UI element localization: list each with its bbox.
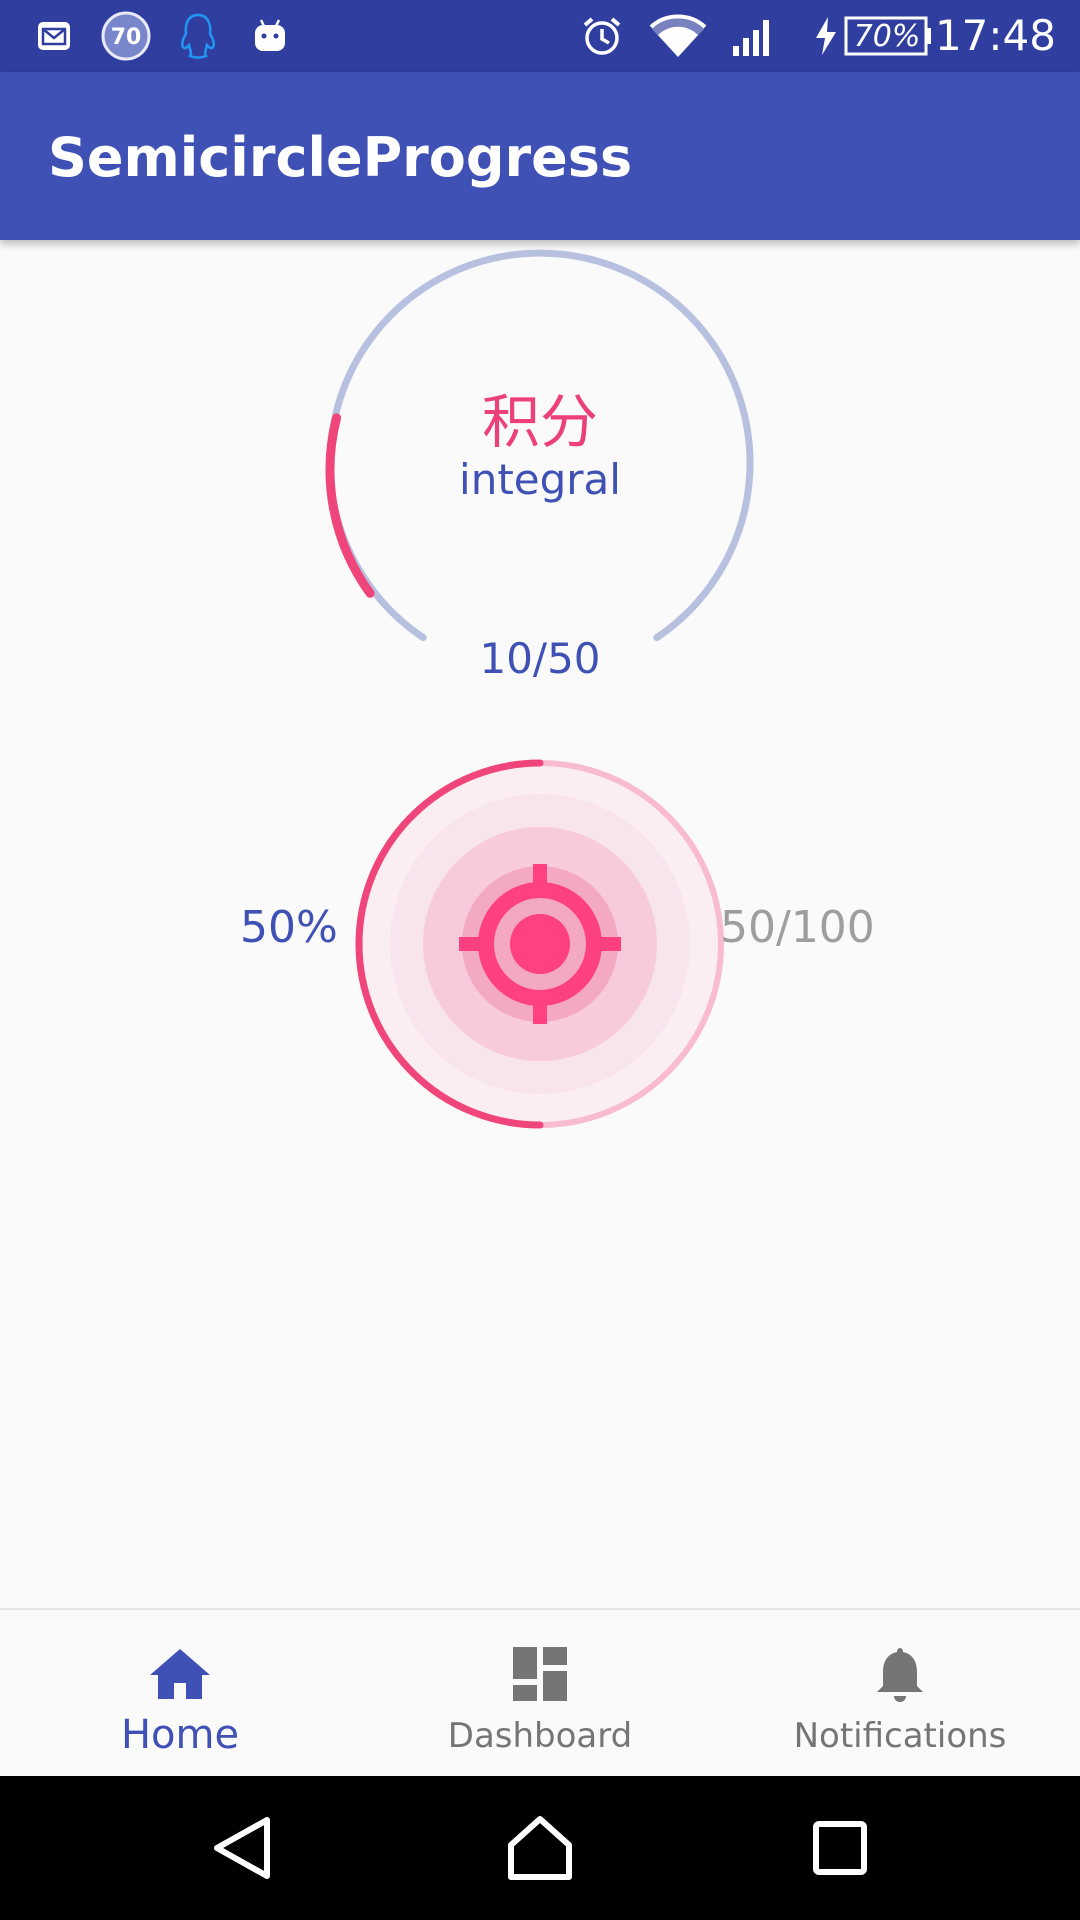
dashboard-icon <box>511 1644 569 1704</box>
semicircle-value-text: 10/50 <box>479 634 601 683</box>
nav-dashboard-label: Dashboard <box>447 1716 633 1756</box>
signal-icon <box>730 12 778 60</box>
battery-icon: 70% <box>844 12 931 60</box>
home-icon <box>148 1644 212 1704</box>
nav-dashboard[interactable]: Dashboard <box>360 1610 720 1776</box>
qq-icon <box>176 12 220 60</box>
android-icon <box>250 12 290 60</box>
status-bar: 70 70% 17:48 <box>0 0 1080 72</box>
battery-percent: 70% <box>853 18 921 54</box>
progress-badge-icon: 70 <box>100 11 152 61</box>
mail-icon <box>34 12 74 60</box>
badge-number: 70 <box>111 25 142 50</box>
nav-notifications[interactable]: Notifications <box>720 1610 1080 1776</box>
app-title: SemicircleProgress <box>48 126 633 189</box>
progress-title-cn: 积分 <box>481 388 598 456</box>
home-circle-icon[interactable] <box>500 1812 580 1884</box>
circle-progress <box>355 759 724 1129</box>
nav-home-label: Home <box>120 1712 240 1758</box>
alarm-icon <box>580 12 624 60</box>
wifi-icon <box>648 12 708 60</box>
progress-subtitle: integral <box>459 455 621 504</box>
back-icon[interactable] <box>202 1812 282 1884</box>
clock: 17:48 <box>934 11 1056 60</box>
system-navigation-bar <box>0 1776 1080 1920</box>
circle-value-text: 50/100 <box>720 902 875 953</box>
bottom-navigation: Home Dashboard Notifications <box>0 1608 1080 1776</box>
app-bar: SemicircleProgress <box>0 72 1080 240</box>
recents-icon[interactable] <box>800 1812 880 1884</box>
circle-percent-text: 50% <box>240 902 338 953</box>
charging-icon <box>812 12 840 60</box>
nav-home[interactable]: Home <box>0 1610 360 1776</box>
bell-icon <box>873 1644 927 1704</box>
nav-notifications-label: Notifications <box>793 1716 1007 1756</box>
